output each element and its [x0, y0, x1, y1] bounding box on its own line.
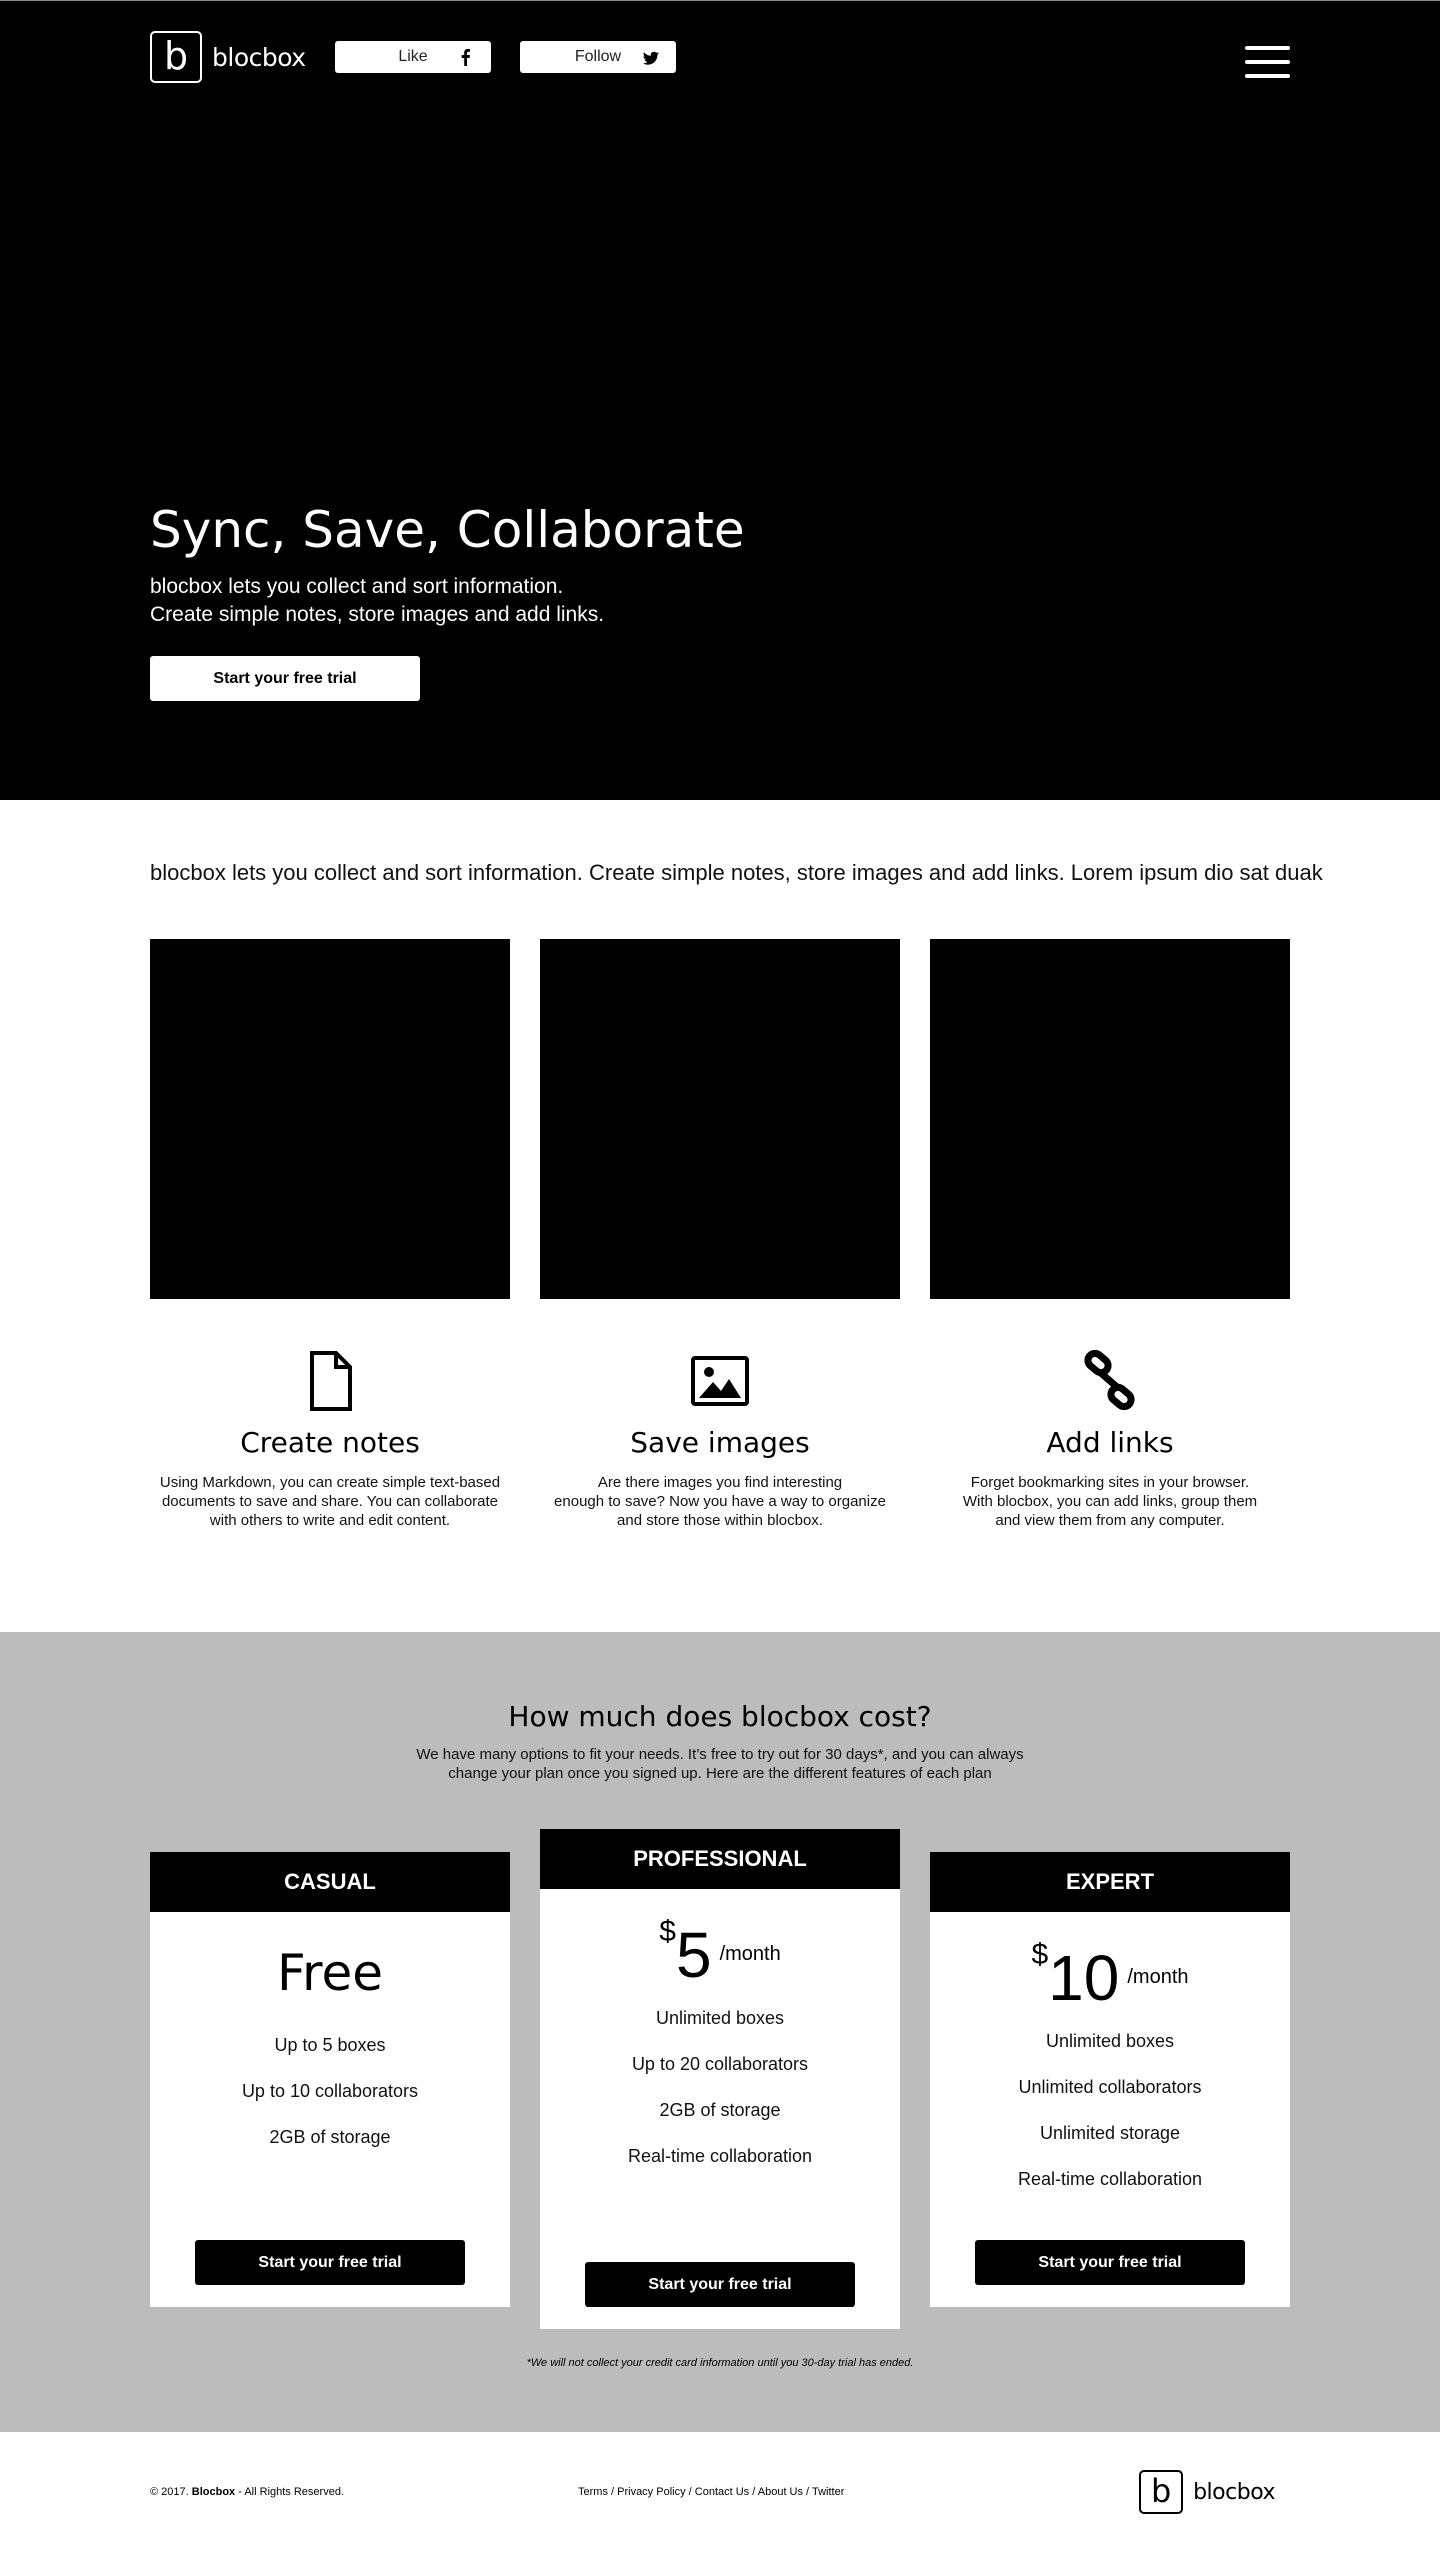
facebook-icon [461, 49, 470, 66]
plan-feature: 2GB of storage [659, 2100, 781, 2120]
plan-card-expert: EXPERT $ 10 /month Unlimited boxes Unlim… [930, 1852, 1290, 2307]
casual-start-trial-button[interactable]: Start your free trial [195, 2240, 465, 2285]
plan-feature: Unlimited storage [1039, 2123, 1181, 2143]
plan-name: EXPERT [930, 1852, 1290, 1912]
price-amount: 5 [675, 1919, 712, 1991]
plan-feature: Real-time collaboration [627, 2146, 813, 2166]
feature-description: Forget bookmarking sites in your browser… [962, 1474, 1258, 1529]
footer-link-twitter[interactable]: Twitter [812, 2486, 844, 2498]
plan-feature-list: Unlimited boxes Up to 20 collaborators 2… [540, 1995, 900, 2179]
price-period: /month [1127, 1966, 1189, 1988]
plan-feature: Unlimited boxes [655, 2008, 785, 2028]
feature-description: Using Markdown, you can create simple te… [159, 1474, 501, 1529]
logo-text: blocbox [212, 42, 306, 72]
feature-title: Save images [630, 1426, 810, 1459]
feature-image-placeholder [150, 939, 510, 1299]
plan-feature: Up to 20 collaborators [631, 2054, 809, 2074]
pricing-title: How much does blocbox cost? [508, 1700, 932, 1733]
expert-start-trial-button[interactable]: Start your free trial [975, 2240, 1245, 2285]
feature-description: Are there images you find interesting en… [554, 1474, 886, 1529]
pricing-subtitle: We have many options to fit your needs. … [416, 1746, 1024, 1782]
feature-title: Add links [1046, 1426, 1174, 1459]
image-icon [691, 1356, 749, 1406]
plan-card-professional: PROFESSIONAL $ 5 /month Unlimited boxes … [540, 1829, 900, 2329]
hero-subtitle-line-2: Create simple notes, store images and ad… [150, 603, 605, 626]
plan-feature: 2GB of storage [269, 2127, 391, 2147]
plan-name: CASUAL [150, 1852, 510, 1912]
logo-text: blocbox [1193, 2479, 1275, 2505]
hero-subtitle: blocbox lets you collect and sort inform… [150, 573, 604, 629]
copyright-text: © 2017. Blocbox - All Rights Reserved. [150, 2486, 344, 2498]
hero-start-trial-button[interactable]: Start your free trial [150, 656, 420, 701]
plan-feature-list: Unlimited boxes Unlimited collaborators … [930, 2018, 1290, 2202]
plan-card-casual: CASUAL Free Up to 5 boxes Up to 10 colla… [150, 1852, 510, 2307]
facebook-like-button[interactable]: Like [335, 41, 491, 73]
hero-section: b blocbox Like Follow Sync, Save, Collab… [0, 0, 1440, 800]
pricing-section: How much does blocbox cost? We have many… [0, 1632, 1440, 2432]
plan-feature: Unlimited boxes [1045, 2031, 1175, 2051]
feature-title: Create notes [240, 1426, 420, 1459]
price-amount: 10 [1048, 1942, 1120, 2014]
price-currency: $ [659, 1915, 676, 1948]
site-logo[interactable]: b blocbox [150, 31, 306, 83]
plan-price: $ 5 /month [540, 1915, 900, 1991]
plan-name: PROFESSIONAL [540, 1829, 900, 1889]
professional-start-trial-button[interactable]: Start your free trial [585, 2262, 855, 2307]
top-navigation: b blocbox Like Follow [150, 31, 1290, 83]
plan-feature: Up to 5 boxes [274, 2035, 386, 2055]
plan-feature: Real-time collaboration [1017, 2169, 1203, 2189]
plan-price: Free [276, 1944, 384, 2002]
footer-link-contact[interactable]: Contact Us [695, 2486, 749, 2498]
price-currency: $ [1031, 1938, 1049, 1971]
feature-save-images: Save images Are there images you find in… [540, 1350, 900, 1530]
plan-feature-list: Up to 5 boxes Up to 10 collaborators 2GB… [150, 2022, 510, 2160]
price-period: /month [719, 1943, 781, 1965]
feature-create-notes: Create notes Using Markdown, you can cre… [150, 1350, 510, 1530]
footer-logo[interactable]: b blocbox [1139, 2470, 1275, 2514]
twitter-icon [643, 51, 659, 65]
intro-text: blocbox lets you collect and sort inform… [150, 860, 1323, 885]
footer-links: Terms / Privacy Policy / Contact Us / Ab… [578, 2486, 845, 2498]
feature-image-placeholder [930, 939, 1290, 1299]
follow-label: Follow [574, 48, 622, 65]
hamburger-menu-icon[interactable] [1245, 46, 1290, 80]
document-icon [310, 1351, 352, 1411]
feature-image-placeholder [540, 939, 900, 1299]
pricing-footnote: *We will not collect your credit card in… [526, 2357, 914, 2369]
plan-feature: Up to 10 collaborators [241, 2081, 419, 2101]
plan-price: $ 10 /month [930, 1938, 1290, 2014]
logo-mark: b [1139, 2470, 1184, 2514]
hero-title: Sync, Save, Collaborate [150, 501, 745, 559]
footer-link-privacy[interactable]: Privacy Policy [617, 2486, 685, 2498]
like-label: Like [398, 48, 428, 65]
link-icon [1084, 1350, 1135, 1411]
footer-link-terms[interactable]: Terms [578, 2486, 608, 2498]
site-footer: © 2017. Blocbox - All Rights Reserved. T… [0, 2432, 1440, 2549]
plan-feature: Unlimited collaborators [1018, 2077, 1202, 2097]
logo-mark: b [150, 31, 202, 83]
footer-link-about[interactable]: About Us [758, 2486, 803, 2498]
twitter-follow-button[interactable]: Follow [520, 41, 676, 73]
hero-subtitle-line-1: blocbox lets you collect and sort inform… [150, 575, 564, 598]
feature-add-links: Add links Forget bookmarking sites in yo… [930, 1350, 1290, 1530]
